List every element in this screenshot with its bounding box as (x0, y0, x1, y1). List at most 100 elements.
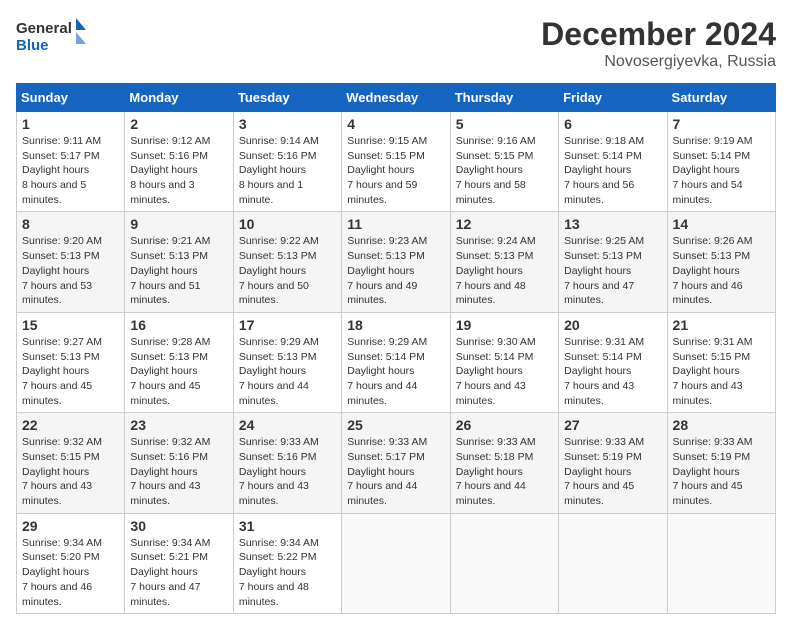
svg-text:Blue: Blue (16, 37, 49, 54)
cell-content: Sunrise: 9:11 AMSunset: 5:17 PMDaylight … (22, 135, 101, 206)
calendar-cell: 23 Sunrise: 9:32 AMSunset: 5:16 PMDaylig… (125, 413, 233, 513)
day-number: 23 (130, 417, 227, 433)
day-number: 12 (456, 216, 553, 232)
logo-svg: General Blue (16, 16, 86, 56)
cell-content: Sunrise: 9:27 AMSunset: 5:13 PMDaylight … (22, 336, 102, 407)
cell-content: Sunrise: 9:34 AMSunset: 5:20 PMDaylight … (22, 537, 102, 608)
calendar-week-row: 29 Sunrise: 9:34 AMSunset: 5:20 PMDaylig… (17, 513, 776, 613)
calendar-cell: 30 Sunrise: 9:34 AMSunset: 5:21 PMDaylig… (125, 513, 233, 613)
day-number: 21 (673, 317, 770, 333)
day-number: 5 (456, 116, 553, 132)
calendar-cell: 4 Sunrise: 9:15 AMSunset: 5:15 PMDayligh… (342, 112, 450, 212)
month-title: December 2024 (541, 16, 776, 53)
calendar-week-row: 15 Sunrise: 9:27 AMSunset: 5:13 PMDaylig… (17, 312, 776, 412)
cell-content: Sunrise: 9:33 AMSunset: 5:19 PMDaylight … (564, 436, 644, 507)
calendar-cell: 3 Sunrise: 9:14 AMSunset: 5:16 PMDayligh… (233, 112, 341, 212)
calendar-cell: 19 Sunrise: 9:30 AMSunset: 5:14 PMDaylig… (450, 312, 558, 412)
day-number: 24 (239, 417, 336, 433)
cell-content: Sunrise: 9:16 AMSunset: 5:15 PMDaylight … (456, 135, 536, 206)
calendar-cell: 8 Sunrise: 9:20 AMSunset: 5:13 PMDayligh… (17, 212, 125, 312)
calendar-cell: 7 Sunrise: 9:19 AMSunset: 5:14 PMDayligh… (667, 112, 775, 212)
cell-content: Sunrise: 9:28 AMSunset: 5:13 PMDaylight … (130, 336, 210, 407)
day-number: 17 (239, 317, 336, 333)
cell-content: Sunrise: 9:33 AMSunset: 5:18 PMDaylight … (456, 436, 536, 507)
day-number: 7 (673, 116, 770, 132)
calendar-cell: 28 Sunrise: 9:33 AMSunset: 5:19 PMDaylig… (667, 413, 775, 513)
cell-content: Sunrise: 9:32 AMSunset: 5:15 PMDaylight … (22, 436, 102, 507)
calendar-cell (342, 513, 450, 613)
day-number: 2 (130, 116, 227, 132)
calendar-cell: 31 Sunrise: 9:34 AMSunset: 5:22 PMDaylig… (233, 513, 341, 613)
day-number: 4 (347, 116, 444, 132)
day-number: 28 (673, 417, 770, 433)
cell-content: Sunrise: 9:22 AMSunset: 5:13 PMDaylight … (239, 235, 319, 306)
logo: General Blue (16, 16, 86, 56)
cell-content: Sunrise: 9:33 AMSunset: 5:16 PMDaylight … (239, 436, 319, 507)
calendar-cell: 13 Sunrise: 9:25 AMSunset: 5:13 PMDaylig… (559, 212, 667, 312)
calendar-week-row: 1 Sunrise: 9:11 AMSunset: 5:17 PMDayligh… (17, 112, 776, 212)
day-number: 11 (347, 216, 444, 232)
calendar-header-row: SundayMondayTuesdayWednesdayThursdayFrid… (17, 84, 776, 112)
day-number: 10 (239, 216, 336, 232)
calendar-cell (450, 513, 558, 613)
calendar-cell: 12 Sunrise: 9:24 AMSunset: 5:13 PMDaylig… (450, 212, 558, 312)
calendar-cell: 10 Sunrise: 9:22 AMSunset: 5:13 PMDaylig… (233, 212, 341, 312)
title-block: December 2024 Novosergiyevka, Russia (541, 16, 776, 71)
day-number: 27 (564, 417, 661, 433)
calendar-cell: 26 Sunrise: 9:33 AMSunset: 5:18 PMDaylig… (450, 413, 558, 513)
calendar-cell: 20 Sunrise: 9:31 AMSunset: 5:14 PMDaylig… (559, 312, 667, 412)
day-number: 14 (673, 216, 770, 232)
calendar-cell: 18 Sunrise: 9:29 AMSunset: 5:14 PMDaylig… (342, 312, 450, 412)
calendar-cell: 5 Sunrise: 9:16 AMSunset: 5:15 PMDayligh… (450, 112, 558, 212)
calendar-week-row: 22 Sunrise: 9:32 AMSunset: 5:15 PMDaylig… (17, 413, 776, 513)
header-saturday: Saturday (667, 84, 775, 112)
calendar-week-row: 8 Sunrise: 9:20 AMSunset: 5:13 PMDayligh… (17, 212, 776, 312)
cell-content: Sunrise: 9:29 AMSunset: 5:14 PMDaylight … (347, 336, 427, 407)
cell-content: Sunrise: 9:24 AMSunset: 5:13 PMDaylight … (456, 235, 536, 306)
location-subtitle: Novosergiyevka, Russia (541, 53, 776, 71)
cell-content: Sunrise: 9:31 AMSunset: 5:15 PMDaylight … (673, 336, 753, 407)
day-number: 1 (22, 116, 119, 132)
day-number: 3 (239, 116, 336, 132)
day-number: 22 (22, 417, 119, 433)
header-thursday: Thursday (450, 84, 558, 112)
cell-content: Sunrise: 9:12 AMSunset: 5:16 PMDaylight … (130, 135, 210, 206)
day-number: 30 (130, 518, 227, 534)
cell-content: Sunrise: 9:18 AMSunset: 5:14 PMDaylight … (564, 135, 644, 206)
cell-content: Sunrise: 9:25 AMSunset: 5:13 PMDaylight … (564, 235, 644, 306)
cell-content: Sunrise: 9:33 AMSunset: 5:17 PMDaylight … (347, 436, 427, 507)
calendar-cell: 17 Sunrise: 9:29 AMSunset: 5:13 PMDaylig… (233, 312, 341, 412)
page-header: General Blue December 2024 Novosergiyevk… (16, 16, 776, 71)
calendar-cell: 21 Sunrise: 9:31 AMSunset: 5:15 PMDaylig… (667, 312, 775, 412)
cell-content: Sunrise: 9:29 AMSunset: 5:13 PMDaylight … (239, 336, 319, 407)
cell-content: Sunrise: 9:30 AMSunset: 5:14 PMDaylight … (456, 336, 536, 407)
day-number: 18 (347, 317, 444, 333)
cell-content: Sunrise: 9:33 AMSunset: 5:19 PMDaylight … (673, 436, 753, 507)
cell-content: Sunrise: 9:21 AMSunset: 5:13 PMDaylight … (130, 235, 210, 306)
day-number: 19 (456, 317, 553, 333)
day-number: 9 (130, 216, 227, 232)
cell-content: Sunrise: 9:19 AMSunset: 5:14 PMDaylight … (673, 135, 753, 206)
calendar-cell: 14 Sunrise: 9:26 AMSunset: 5:13 PMDaylig… (667, 212, 775, 312)
calendar-cell: 16 Sunrise: 9:28 AMSunset: 5:13 PMDaylig… (125, 312, 233, 412)
calendar-cell: 9 Sunrise: 9:21 AMSunset: 5:13 PMDayligh… (125, 212, 233, 312)
header-friday: Friday (559, 84, 667, 112)
calendar-cell: 2 Sunrise: 9:12 AMSunset: 5:16 PMDayligh… (125, 112, 233, 212)
day-number: 31 (239, 518, 336, 534)
day-number: 16 (130, 317, 227, 333)
cell-content: Sunrise: 9:34 AMSunset: 5:22 PMDaylight … (239, 537, 319, 608)
day-number: 20 (564, 317, 661, 333)
calendar-cell: 22 Sunrise: 9:32 AMSunset: 5:15 PMDaylig… (17, 413, 125, 513)
cell-content: Sunrise: 9:15 AMSunset: 5:15 PMDaylight … (347, 135, 427, 206)
day-number: 13 (564, 216, 661, 232)
cell-content: Sunrise: 9:14 AMSunset: 5:16 PMDaylight … (239, 135, 319, 206)
calendar-cell: 29 Sunrise: 9:34 AMSunset: 5:20 PMDaylig… (17, 513, 125, 613)
calendar-cell: 27 Sunrise: 9:33 AMSunset: 5:19 PMDaylig… (559, 413, 667, 513)
header-monday: Monday (125, 84, 233, 112)
calendar-cell: 6 Sunrise: 9:18 AMSunset: 5:14 PMDayligh… (559, 112, 667, 212)
calendar-cell (667, 513, 775, 613)
day-number: 29 (22, 518, 119, 534)
cell-content: Sunrise: 9:34 AMSunset: 5:21 PMDaylight … (130, 537, 210, 608)
svg-text:General: General (16, 20, 72, 37)
calendar-cell: 11 Sunrise: 9:23 AMSunset: 5:13 PMDaylig… (342, 212, 450, 312)
